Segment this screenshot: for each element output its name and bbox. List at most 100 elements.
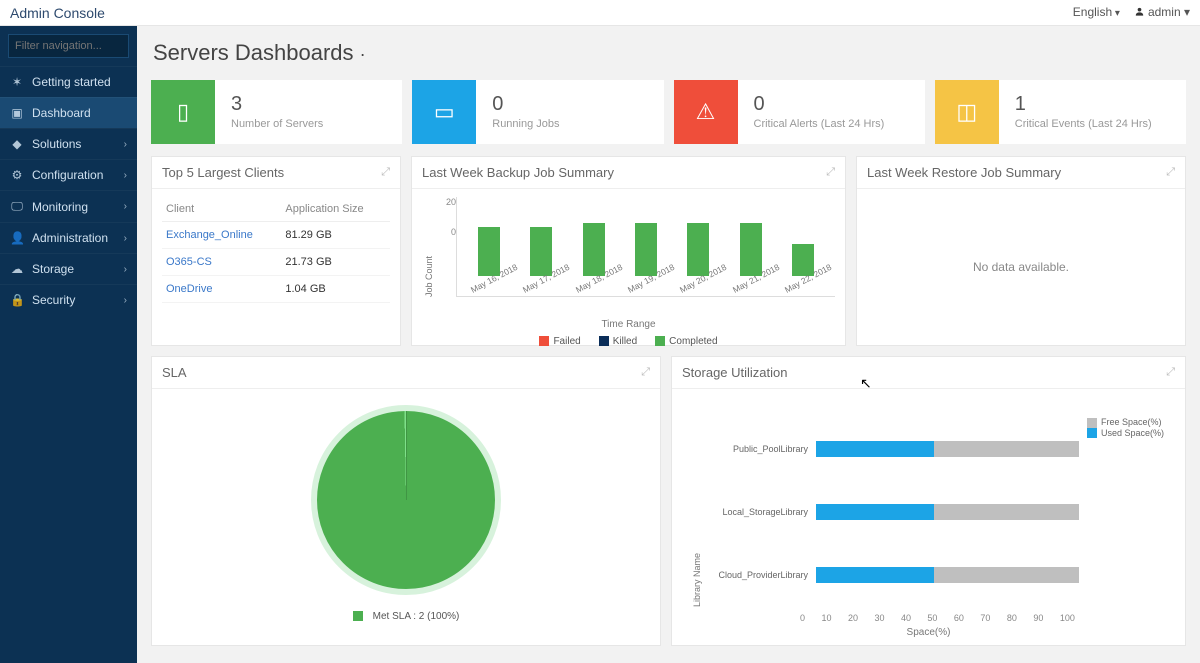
- events-icon: ◫: [935, 80, 999, 144]
- x-tick: 70: [980, 613, 990, 623]
- bar-column[interactable]: May 19, 2018: [626, 223, 666, 296]
- user-menu[interactable]: admin ▾: [1134, 5, 1190, 20]
- x-tick: 0: [800, 613, 805, 623]
- briefcase-icon: ▭: [412, 80, 476, 144]
- nav-label: Dashboard: [32, 106, 127, 120]
- stat-label: Number of Servers: [231, 118, 323, 130]
- expand-icon[interactable]: ⤢: [1166, 366, 1175, 379]
- nav-label: Security: [32, 293, 116, 307]
- legend-completed[interactable]: Completed: [655, 336, 717, 347]
- bar: [635, 223, 657, 276]
- sidebar-item-dashboard[interactable]: ▣ Dashboard: [0, 97, 137, 128]
- nav-icon: 👤: [10, 231, 24, 245]
- sidebar-item-configuration[interactable]: ⚙ Configuration ›: [0, 159, 137, 190]
- expand-icon[interactable]: ⤢: [1166, 166, 1175, 179]
- stat-value: 0: [754, 94, 885, 114]
- bar-column[interactable]: May 16, 2018: [469, 227, 509, 296]
- bar-column[interactable]: May 21, 2018: [731, 223, 771, 296]
- stat-value: 0: [492, 94, 559, 114]
- stat-card[interactable]: ▭ 0 Running Jobs: [412, 80, 663, 144]
- x-axis-label: Time Range: [422, 319, 835, 330]
- panel-title: Last Week Restore Job Summary: [867, 165, 1061, 180]
- sidebar-item-monitoring[interactable]: 🖵 Monitoring ›: [0, 190, 137, 222]
- nav-label: Getting started: [32, 75, 127, 89]
- legend-failed[interactable]: Failed: [539, 336, 580, 347]
- filter-navigation-input[interactable]: [8, 34, 129, 58]
- hbar-label: Cloud_ProviderLibrary: [706, 570, 816, 580]
- bar-column[interactable]: May 18, 2018: [574, 223, 614, 296]
- chart-legend: Failed Killed Completed: [422, 336, 835, 347]
- nav-icon: 🔒: [10, 293, 24, 307]
- hbar-track: [816, 441, 1079, 457]
- expand-icon[interactable]: ⤢: [381, 166, 390, 179]
- stat-card[interactable]: ◫ 1 Critical Events (Last 24 Hrs): [935, 80, 1186, 144]
- empty-state-text: No data available.: [973, 260, 1069, 274]
- app-size-cell: 81.29 GB: [281, 222, 390, 249]
- bar-column[interactable]: May 20, 2018: [678, 223, 718, 296]
- sidebar-item-solutions[interactable]: ◆ Solutions ›: [0, 128, 137, 159]
- y-axis-label: Job Count: [422, 197, 434, 297]
- app-size-cell: 1.04 GB: [281, 276, 390, 303]
- bar: [583, 223, 605, 276]
- sidebar-item-administration[interactable]: 👤 Administration ›: [0, 222, 137, 253]
- bar-column[interactable]: May 17, 2018: [521, 227, 561, 296]
- legend-used[interactable]: Used Space(%): [1087, 428, 1169, 439]
- nav-icon: 🖵: [10, 199, 24, 214]
- stat-card[interactable]: ▯ 3 Number of Servers: [151, 80, 402, 144]
- x-tick: 10: [821, 613, 831, 623]
- sla-legend[interactable]: Met SLA : 2 (100%): [353, 611, 460, 622]
- bar: [687, 223, 709, 276]
- bar-chart: May 16, 2018 May 17, 2018 May 18, 2018 M…: [456, 197, 835, 297]
- x-tick: 20: [848, 613, 858, 623]
- panel-backup-summary: Last Week Backup Job Summary ⤢ Job Count…: [411, 156, 846, 346]
- hbar-row[interactable]: Local_StorageLibrary: [706, 495, 1079, 529]
- stats-row: ▯ 3 Number of Servers ▭ 0 Running Jobs ⚠…: [151, 80, 1186, 144]
- legend-free[interactable]: Free Space(%): [1087, 417, 1169, 428]
- nav-label: Administration: [32, 231, 116, 245]
- storage-legend: Free Space(%) Used Space(%): [1079, 417, 1169, 607]
- app-size-cell: 21.73 GB: [281, 249, 390, 276]
- nav-icon: ⚙: [10, 168, 24, 182]
- x-tick: 100: [1060, 613, 1075, 623]
- col-client[interactable]: Client: [162, 197, 281, 222]
- legend-killed[interactable]: Killed: [599, 336, 637, 347]
- x-tick: 40: [901, 613, 911, 623]
- panel-storage-utilization: Storage Utilization ⤢ ↖ Library Name Pub…: [671, 356, 1186, 646]
- x-tick: 90: [1033, 613, 1043, 623]
- expand-icon[interactable]: ⤢: [826, 166, 835, 179]
- language-selector[interactable]: English: [1073, 5, 1120, 19]
- hbar-row[interactable]: Cloud_ProviderLibrary: [706, 558, 1079, 592]
- bar-column[interactable]: May 22, 2018: [783, 244, 823, 296]
- hbar-used: [816, 441, 934, 457]
- user-icon: [1134, 6, 1145, 20]
- client-link[interactable]: O365-CS: [166, 256, 212, 268]
- nav-label: Solutions: [32, 137, 116, 151]
- nav-icon: ✶: [10, 75, 24, 89]
- hbar-label: Local_StorageLibrary: [706, 507, 816, 517]
- sidebar-item-getting-started[interactable]: ✶ Getting started: [0, 66, 137, 97]
- sla-pie-chart[interactable]: [311, 405, 501, 595]
- panel-title: Last Week Backup Job Summary: [422, 165, 614, 180]
- nav-label: Configuration: [32, 168, 116, 182]
- table-row: O365-CS 21.73 GB: [162, 249, 390, 276]
- sidebar-item-security[interactable]: 🔒 Security ›: [0, 284, 137, 315]
- stat-card[interactable]: ⚠ 0 Critical Alerts (Last 24 Hrs): [674, 80, 925, 144]
- hbar-track: [816, 567, 1079, 583]
- client-link[interactable]: Exchange_Online: [166, 229, 253, 241]
- col-appsize[interactable]: Application Size: [281, 197, 390, 222]
- nav-icon: ▣: [10, 106, 24, 120]
- x-tick: 80: [1007, 613, 1017, 623]
- sidebar-item-storage[interactable]: ☁ Storage ›: [0, 253, 137, 284]
- bar: [478, 227, 500, 276]
- expand-icon[interactable]: ⤢: [641, 366, 650, 379]
- y-axis-label: Library Name: [688, 417, 706, 607]
- nav-icon: ☁: [10, 262, 24, 276]
- table-row: Exchange_Online 81.29 GB: [162, 222, 390, 249]
- panel-sla: SLA ⤢ Met SLA : 2 (100%): [151, 356, 661, 646]
- hbar-row[interactable]: Public_PoolLibrary: [706, 432, 1079, 466]
- bar: [530, 227, 552, 276]
- stat-value: 1: [1015, 94, 1152, 114]
- client-link[interactable]: OneDrive: [166, 283, 212, 295]
- hbar-label: Public_PoolLibrary: [706, 444, 816, 454]
- bar: [740, 223, 762, 276]
